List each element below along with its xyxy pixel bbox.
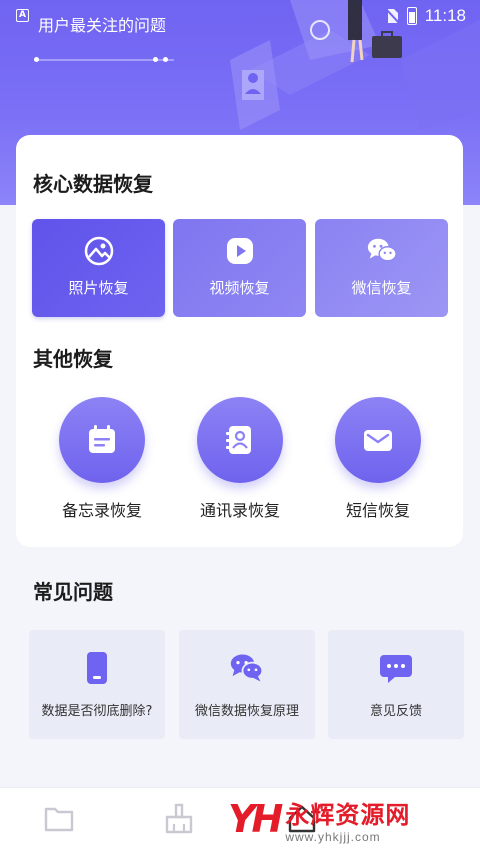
play-icon [226,238,253,264]
photo-recovery-label: 照片恢复 [68,279,129,297]
contacts-recovery-circle [197,397,283,483]
sms-recovery-label: 短信恢复 [345,501,410,520]
image-icon [84,236,113,266]
contacts-recovery-button[interactable]: 通讯录恢复 [180,397,300,527]
wechat-recovery-label: 微信恢复 [351,279,412,297]
faq-data-deleted-button[interactable]: 数据是否彻底删除? [29,630,165,739]
contacts-icon [226,426,251,454]
header-illustration [230,0,480,130]
contacts-recovery-label: 通讯录恢复 [199,501,280,520]
feedback-icon [380,655,412,683]
core-section-title: 核心数据恢复 [33,172,153,196]
decorative-dot [153,57,158,62]
wechat-recovery-button[interactable]: 微信恢复 [315,219,448,317]
faq-feedback-label: 意见反馈 [369,704,422,719]
decorative-dot [163,57,168,62]
sms-recovery-circle [335,397,421,483]
watermark-name: 永辉资源网 [285,800,411,829]
faq-wechat-principle-button[interactable]: 微信数据恢复原理 [179,630,315,739]
chat-bubbles-icon [230,654,264,682]
recovery-card: 核心数据恢复 照片恢复 视频恢复 微信恢复 其他恢复 备忘录恢复 通讯录恢复 短… [16,135,463,547]
decorative-dot [34,57,39,62]
app-notification-icon: A [16,9,29,22]
watermark-logo: YH [228,797,283,841]
video-recovery-button[interactable]: 视频恢复 [173,219,306,317]
broom-icon[interactable] [162,802,196,836]
header-title: 用户最关注的问题 [38,16,167,35]
faq-section-title: 常见问题 [33,580,113,604]
memo-recovery-button[interactable]: 备忘录恢复 [42,397,162,527]
watermark: YH 永辉资源网 www.yhkjjj.com [228,790,468,848]
watermark-text: 永辉资源网 www.yhkjjj.com [285,795,410,844]
wechat-icon [367,238,397,262]
envelope-icon [364,430,392,451]
video-recovery-label: 视频恢复 [209,279,270,297]
photo-recovery-button[interactable]: 照片恢复 [32,219,165,317]
sms-recovery-button[interactable]: 短信恢复 [318,397,438,527]
phone-icon [87,652,107,684]
faq-wechat-principle-label: 微信数据恢复原理 [194,704,299,719]
memo-recovery-label: 备忘录恢复 [61,501,142,520]
watermark-url: www.yhkjjj.com [285,829,381,844]
faq-data-deleted-label: 数据是否彻底删除? [41,704,153,719]
other-section-title: 其他恢复 [33,347,113,371]
folder-icon[interactable] [42,802,76,836]
memo-recovery-circle [59,397,145,483]
faq-feedback-button[interactable]: 意见反馈 [328,630,464,739]
memo-icon [89,425,115,453]
